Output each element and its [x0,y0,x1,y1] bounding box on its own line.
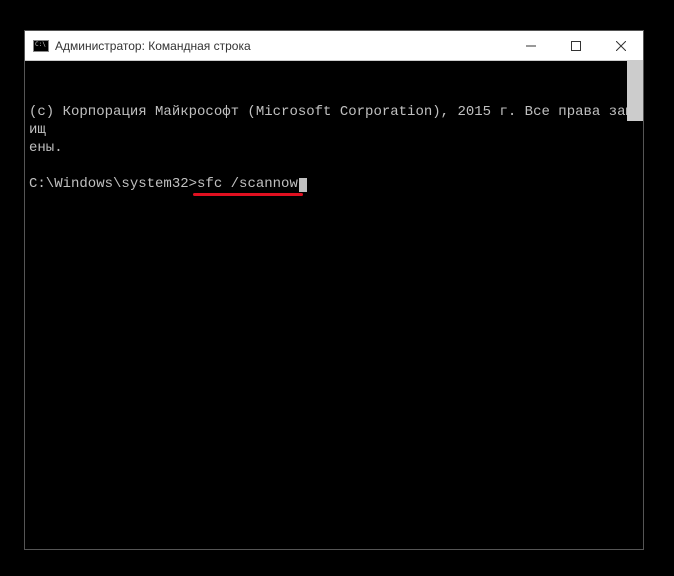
text-cursor [299,178,307,192]
close-button[interactable] [598,31,643,60]
copyright-text-1: (с) Корпорация Майкрософт (Microsoft Cor… [29,103,639,139]
minimize-button[interactable] [508,31,553,60]
cmd-icon [33,40,49,52]
titlebar[interactable]: Администратор: Командная строка [25,31,643,61]
window-controls [508,31,643,60]
command-prompt-window: Администратор: Командная строка (с) Корп… [24,30,644,550]
underline-annotation [193,193,303,196]
command-text: sfc /scannow [197,176,298,192]
console-output[interactable]: (с) Корпорация Майкрософт (Microsoft Cor… [25,61,643,549]
vertical-scrollbar[interactable] [627,61,643,121]
window-title: Администратор: Командная строка [55,39,508,53]
copyright-text-2: ены. [29,139,639,157]
prompt-text: C:\Windows\system32> [29,176,197,192]
maximize-button[interactable] [553,31,598,60]
